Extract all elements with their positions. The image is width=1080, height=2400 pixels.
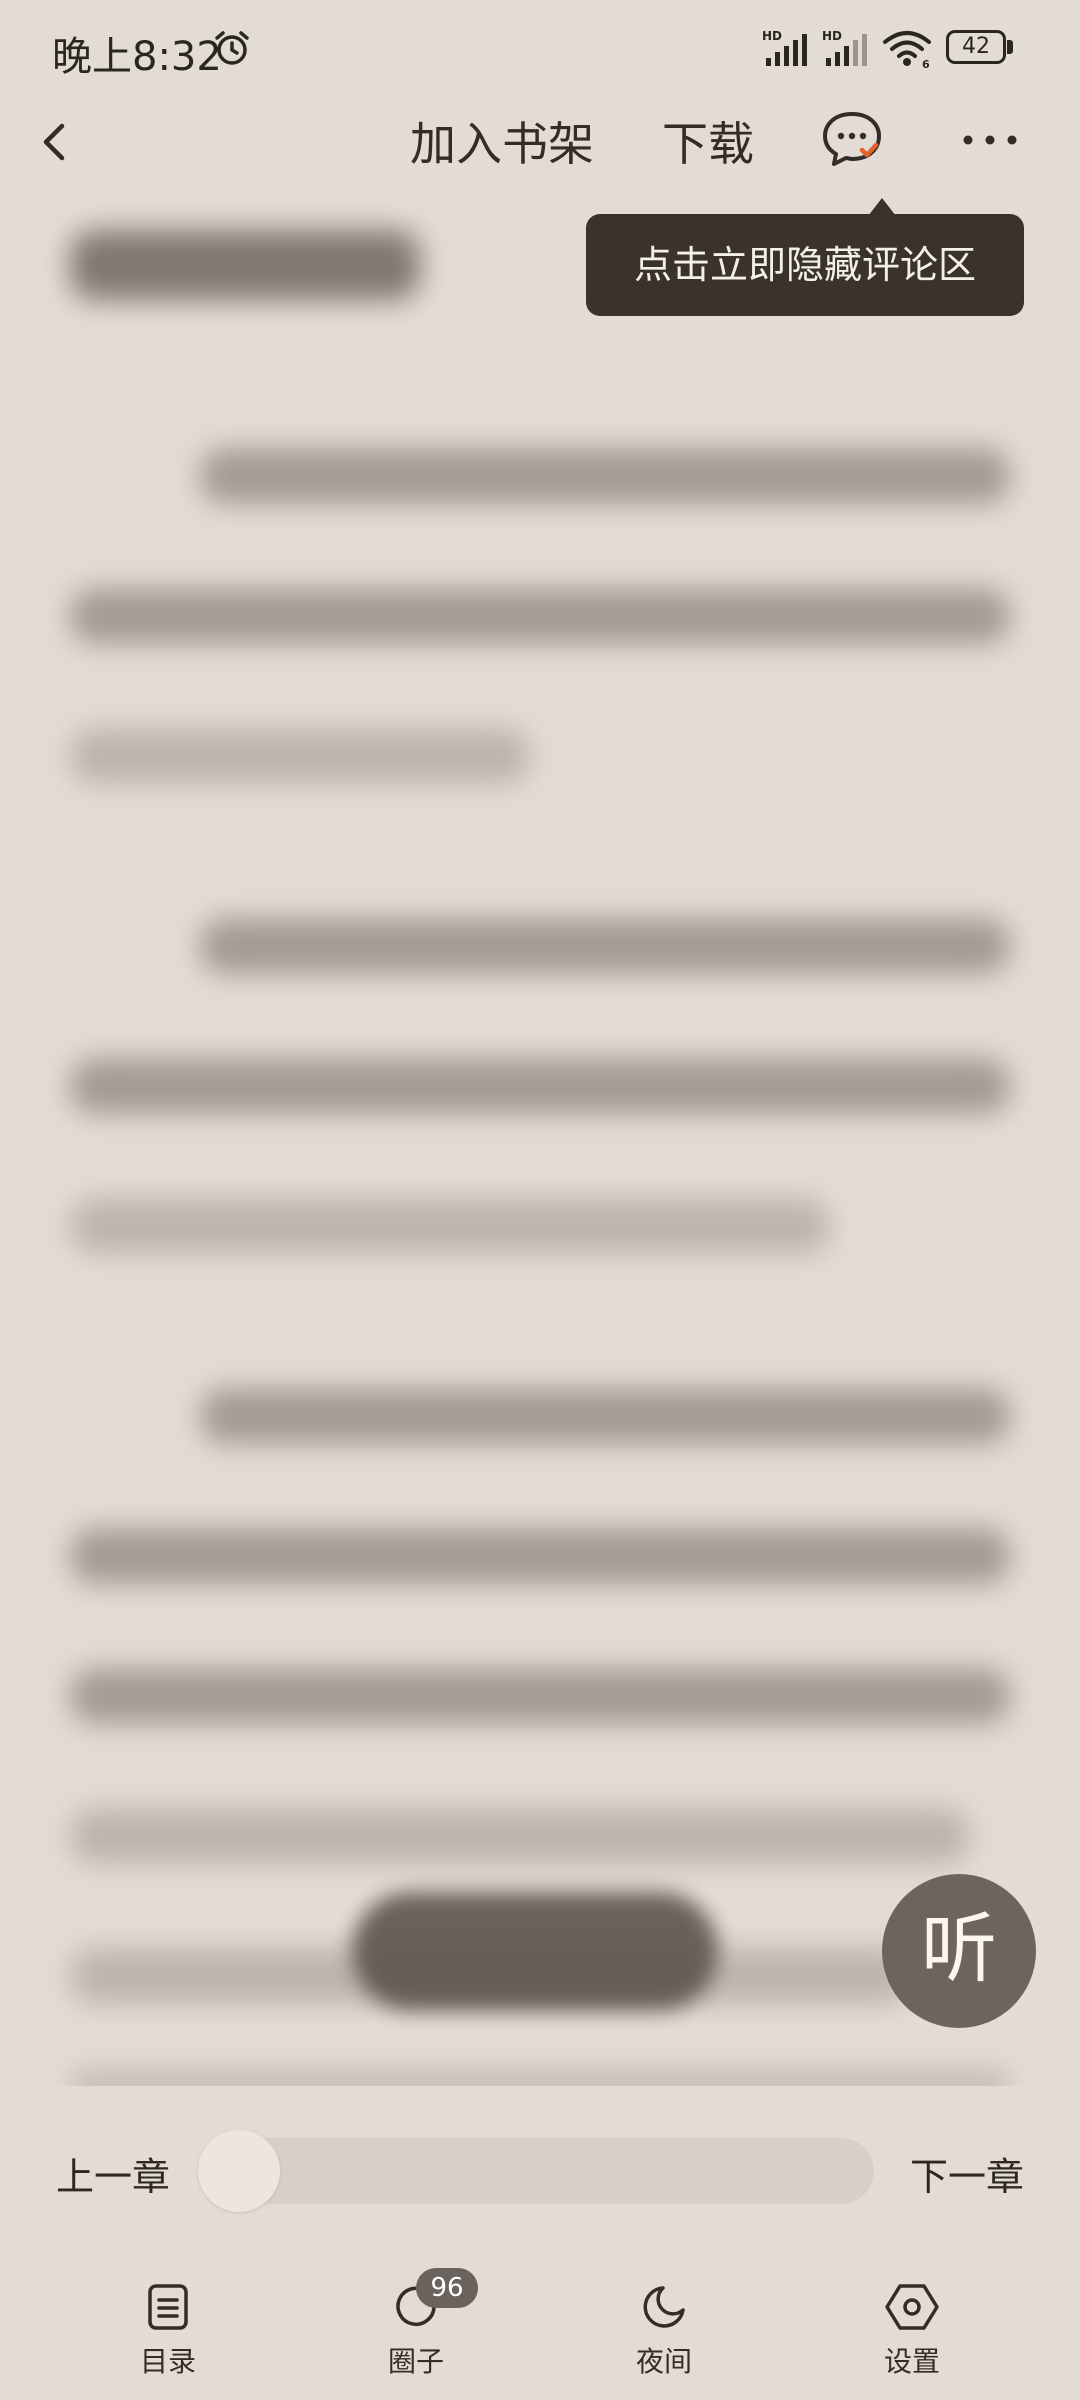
wifi-icon: 6 — [883, 31, 931, 70]
svg-text:HD: HD — [762, 29, 782, 43]
signal-strength-icon-2: HD — [822, 29, 867, 66]
floating-blurred-pill — [352, 1892, 718, 2010]
nav-circle-label: 圈子 — [387, 2345, 444, 2378]
nav-settings-label: 设置 — [883, 2345, 940, 2378]
listen-button[interactable]: 听 — [882, 1874, 1036, 2028]
signal-strength-icon-1: HD — [762, 29, 807, 66]
add-to-shelf-button[interactable]: 加入书架 — [410, 108, 594, 174]
status-bar: 晚上8:32 HD HD 6 42 — [0, 0, 1080, 100]
moon-icon — [643, 2286, 685, 2328]
catalog-icon — [148, 2284, 188, 2330]
svg-text:6: 6 — [922, 58, 930, 70]
next-chapter-button[interactable]: 下一章 — [910, 2146, 1024, 2201]
nav-settings[interactable]: 设置 — [842, 2282, 982, 2392]
prev-chapter-button[interactable]: 上一章 — [56, 2146, 170, 2201]
nav-circle[interactable]: 圈子 96 — [346, 2268, 486, 2392]
settings-icon — [885, 2284, 939, 2330]
battery-icon: 42 — [946, 30, 1016, 66]
nav-catalog[interactable]: 目录 — [98, 2282, 238, 2392]
nav-night-mode[interactable]: 夜间 — [594, 2282, 734, 2392]
comment-toggle-icon[interactable] — [820, 108, 884, 170]
download-button[interactable]: 下载 — [662, 108, 754, 174]
reading-content-blurred — [0, 200, 1080, 2100]
nav-night-label: 夜间 — [635, 2345, 692, 2378]
chapter-progress-slider[interactable] — [198, 2138, 874, 2204]
nav-catalog-label: 目录 — [139, 2345, 196, 2378]
reader-bottom-panel: 上一章 下一章 目录 圈子 96 夜间 设置 — [0, 2086, 1080, 2400]
back-icon[interactable] — [30, 112, 80, 172]
more-options-icon[interactable] — [960, 120, 1020, 160]
chapter-progress-thumb[interactable] — [198, 2130, 280, 2212]
battery-level: 42 — [962, 34, 990, 59]
circle-count-badge: 96 — [416, 2268, 478, 2308]
alarm-icon — [215, 31, 249, 65]
svg-text:HD: HD — [822, 29, 842, 43]
status-time: 晚上8:32 — [52, 34, 222, 80]
